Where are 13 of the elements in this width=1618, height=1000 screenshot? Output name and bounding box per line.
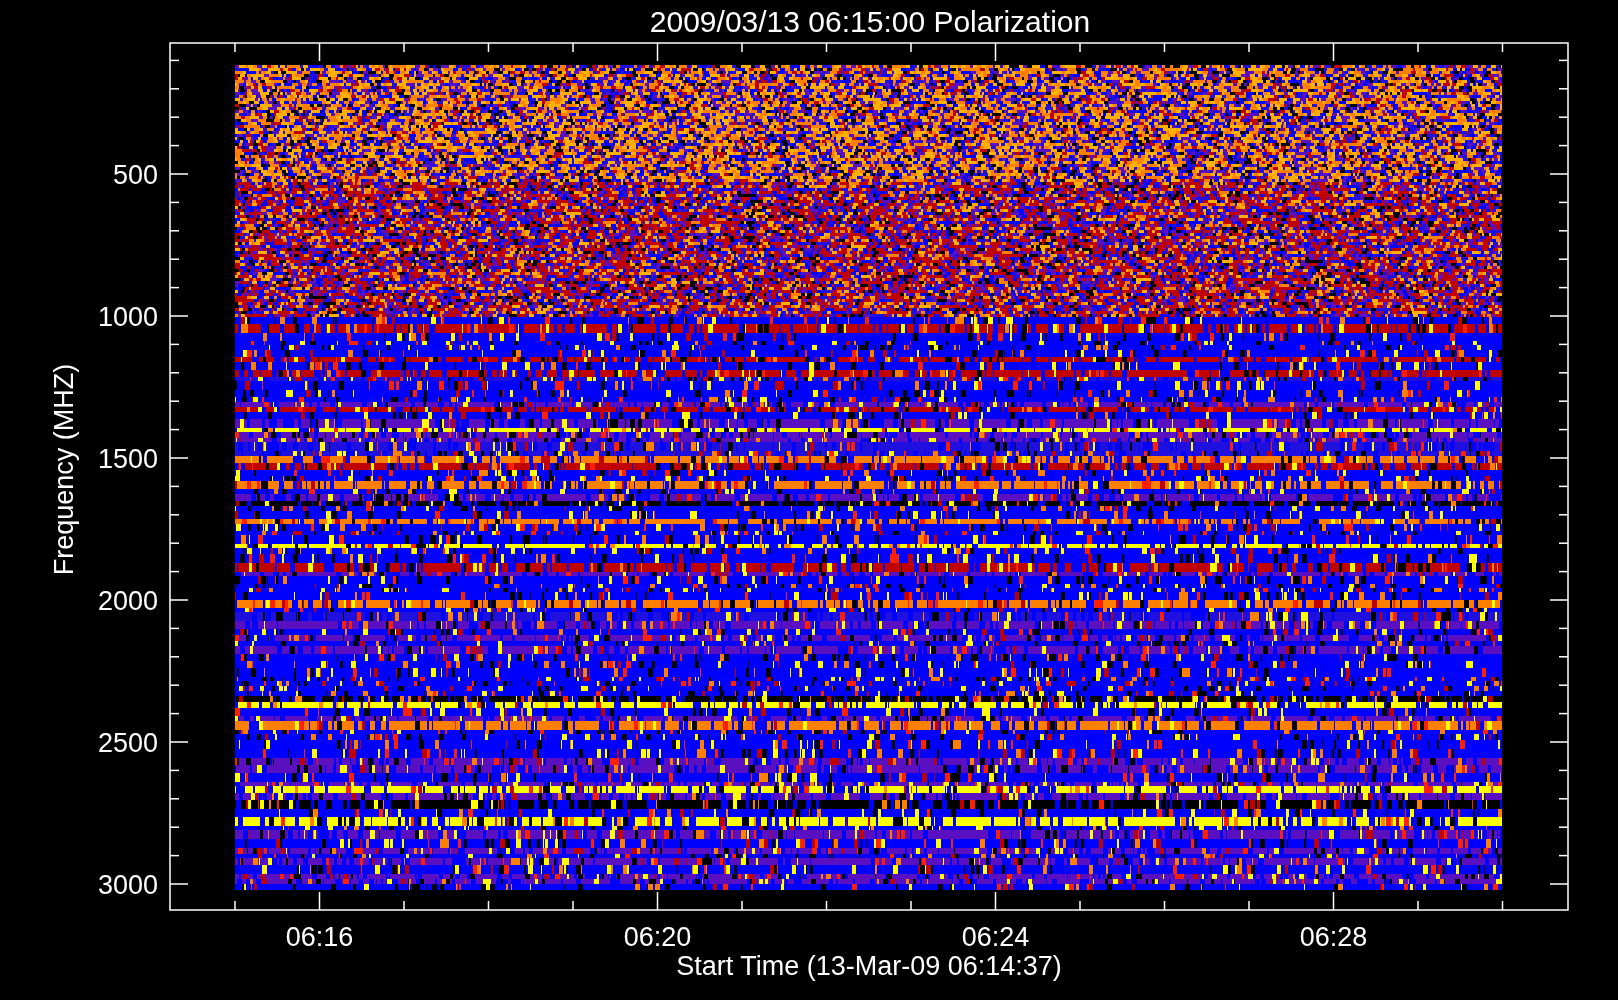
tick-label: 1000 <box>97 304 158 332</box>
tick-label: 06:16 <box>285 924 354 952</box>
tick-label: 06:28 <box>1299 924 1368 952</box>
tick-label: 500 <box>112 162 158 190</box>
tick-label: 3000 <box>97 872 158 900</box>
x-axis-label: Start Time (13-Mar-09 06:14:37) <box>676 953 1062 981</box>
tick-label: 1500 <box>97 446 158 474</box>
y-axis-label: Frequency (MHZ) <box>50 364 78 576</box>
tick-label: 2000 <box>97 588 158 616</box>
chart-title: 2009/03/13 06:15:00 Polarization <box>649 7 1091 37</box>
tick-label: 2500 <box>97 730 158 758</box>
tick-label: 06:24 <box>961 924 1030 952</box>
tick-label: 06:20 <box>623 924 692 952</box>
